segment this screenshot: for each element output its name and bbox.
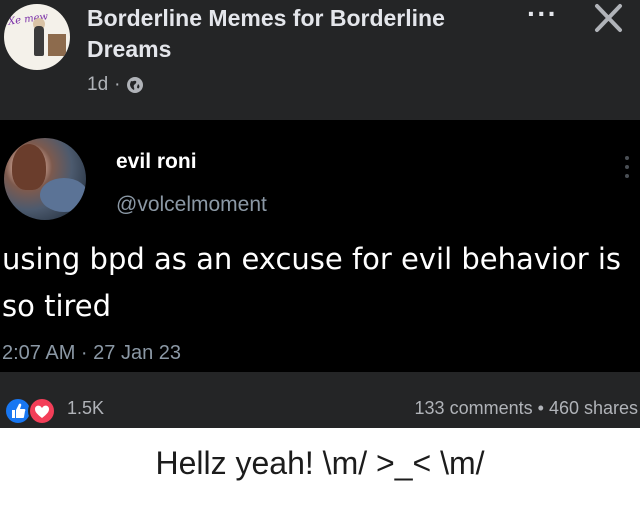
reaction-icons[interactable] [4, 396, 64, 426]
facebook-post: Xe mew Borderline Memes for Borderline D… [0, 0, 640, 428]
reaction-count[interactable]: 1.5K [67, 398, 104, 419]
tweet-text: using bpd as an excuse for evil behavior… [2, 242, 622, 323]
tweet-screenshot: evil roni @volcelmoment using bpd as an … [0, 120, 640, 372]
post-header: Xe mew Borderline Memes for Borderline D… [0, 0, 640, 120]
globe-icon [127, 77, 144, 93]
avatar-hair [12, 144, 46, 190]
tweet-timestamp: 2:07 AM · 27 Jan 23 [2, 342, 182, 364]
page-avatar[interactable]: Xe mew [4, 4, 70, 70]
love-icon [28, 397, 56, 425]
meta-separator: · [114, 74, 121, 95]
page-name-link[interactable]: Borderline Memes for Borderline Dreams [87, 3, 467, 65]
like-icon [4, 397, 32, 425]
kebab-menu-icon [625, 156, 629, 178]
close-icon[interactable] [592, 2, 624, 34]
stats-dot: • [537, 398, 544, 418]
tweet-handle: @volcelmoment [116, 193, 267, 216]
post-time[interactable]: 1d [87, 74, 108, 96]
more-options-icon[interactable]: ··· [527, 0, 558, 28]
avatar-pillow [40, 178, 86, 212]
post-meta: 1d · [87, 74, 144, 96]
tweet-avatar [4, 138, 86, 220]
meme-caption: Hellz yeah! \m/ >_< \m/ [155, 445, 485, 481]
shares-count[interactable]: 460 shares [549, 398, 638, 418]
avatar-figure [34, 26, 44, 56]
tweet-display-name: evil roni [116, 150, 197, 173]
comments-count[interactable]: 133 comments [415, 398, 533, 418]
avatar-shelf [48, 34, 66, 56]
engagement-counts: 133 comments • 460 shares [415, 398, 638, 419]
